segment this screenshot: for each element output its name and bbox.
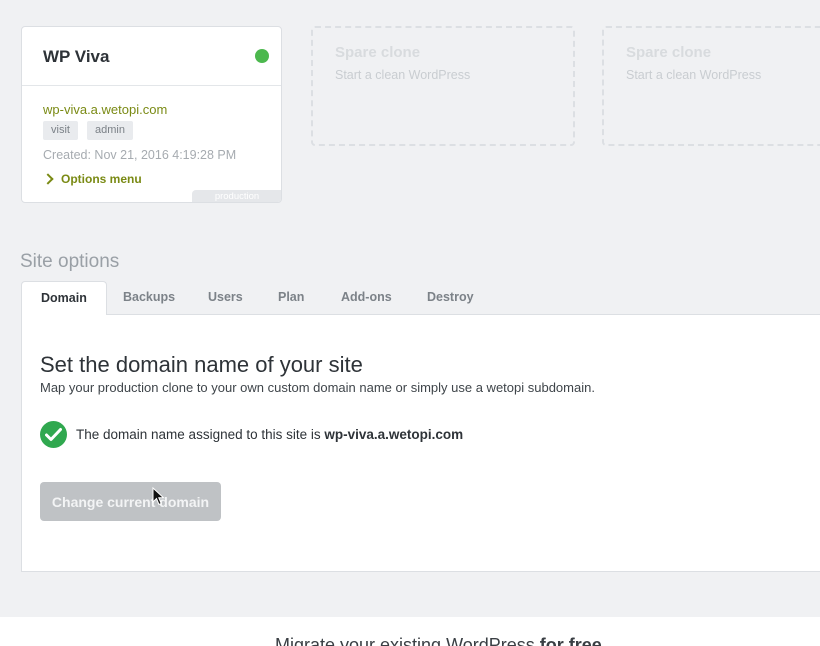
tab-backups[interactable]: Backups bbox=[123, 281, 175, 314]
visit-button[interactable]: visit bbox=[43, 121, 78, 140]
assigned-domain-prefix: The domain name assigned to this site is bbox=[76, 427, 325, 442]
options-menu-toggle[interactable]: Options menu bbox=[42, 172, 142, 186]
site-card-header: WP Viva bbox=[22, 27, 281, 86]
spare-clone-card[interactable]: Spare clone Start a clean WordPress bbox=[311, 26, 575, 146]
tab-addons[interactable]: Add-ons bbox=[341, 281, 392, 314]
assigned-domain-value: wp-viva.a.wetopi.com bbox=[324, 427, 464, 442]
check-circle-icon bbox=[40, 421, 67, 448]
site-title[interactable]: WP Viva bbox=[43, 47, 109, 67]
spare-clone-card[interactable]: Spare clone Start a clean WordPress bbox=[602, 26, 820, 146]
spare-clone-title: Spare clone bbox=[335, 44, 421, 61]
mouse-cursor-icon bbox=[152, 487, 165, 506]
environment-badge: production bbox=[192, 190, 281, 202]
domain-description: Map your production clone to your own cu… bbox=[40, 380, 595, 395]
site-options-tabs: Domain Backups Users Plan Add-ons Destro… bbox=[21, 281, 820, 315]
migrate-text-bold: for free bbox=[539, 635, 602, 646]
tab-destroy[interactable]: Destroy bbox=[427, 281, 474, 314]
change-domain-button[interactable]: Change current domain bbox=[40, 482, 221, 521]
admin-button[interactable]: admin bbox=[87, 121, 133, 140]
migrate-banner: Migrate your existing WordPress for free bbox=[0, 617, 820, 646]
assigned-domain-text: The domain name assigned to this site is… bbox=[76, 427, 463, 442]
tab-plan[interactable]: Plan bbox=[278, 281, 304, 314]
status-indicator-icon bbox=[255, 49, 269, 63]
tab-domain[interactable]: Domain bbox=[21, 281, 107, 315]
created-date: Created: Nov 21, 2016 4:19:28 PM bbox=[43, 148, 237, 162]
site-options-title: Site options bbox=[20, 251, 120, 272]
options-menu-label: Options menu bbox=[61, 172, 142, 186]
site-domain-link[interactable]: wp-viva.a.wetopi.com bbox=[43, 102, 167, 117]
tab-users[interactable]: Users bbox=[208, 281, 243, 314]
domain-panel: Set the domain name of your site Map you… bbox=[21, 314, 820, 572]
migrate-text-prefix: Migrate your existing WordPress bbox=[275, 635, 540, 646]
chevron-right-icon bbox=[42, 173, 54, 185]
spare-clone-subtitle: Start a clean WordPress bbox=[335, 68, 471, 82]
spare-clone-subtitle: Start a clean WordPress bbox=[626, 68, 762, 82]
site-card: WP Viva wp-viva.a.wetopi.com visit admin… bbox=[21, 26, 282, 203]
migrate-text[interactable]: Migrate your existing WordPress for free bbox=[275, 635, 602, 646]
domain-heading: Set the domain name of your site bbox=[40, 352, 363, 377]
spare-clone-title: Spare clone bbox=[626, 44, 712, 61]
